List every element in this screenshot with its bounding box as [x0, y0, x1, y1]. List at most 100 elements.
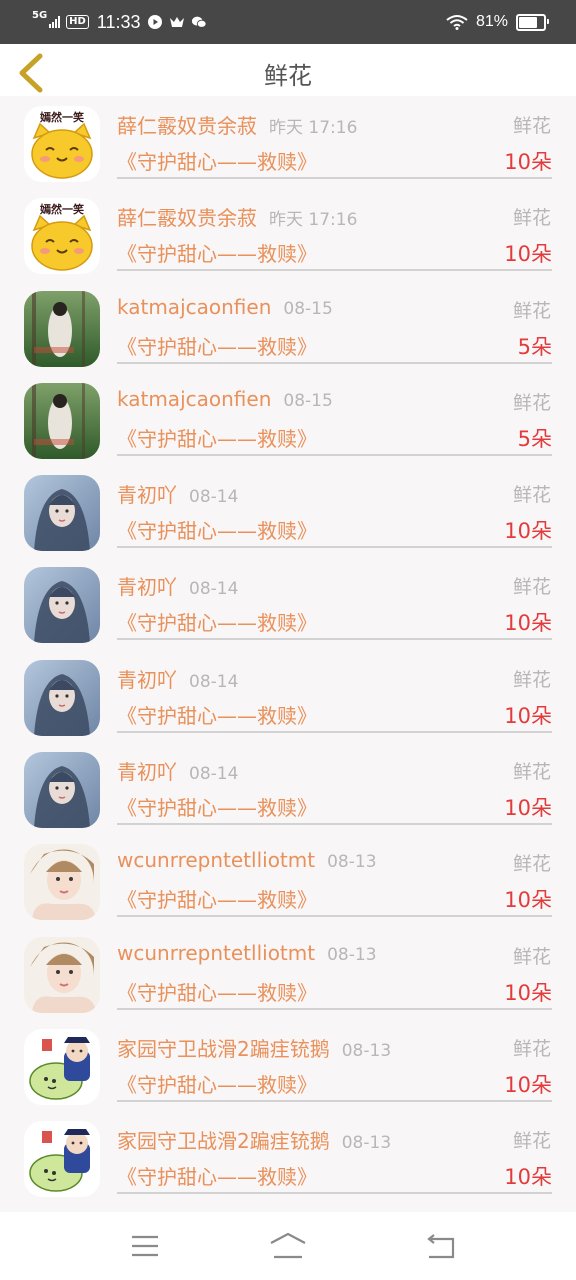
divider — [117, 1099, 552, 1102]
avatar[interactable] — [24, 475, 100, 552]
list-item[interactable]: 嫣然一笑 薛仁霰奴贵余菽 昨天 17:16 鲜花《守护甜心——救赎》 10朵 — [0, 188, 576, 280]
sender-name-text: 薛仁霰奴贵余菽 — [117, 114, 257, 138]
gift-type: 鲜花 — [512, 576, 551, 599]
book-title[interactable]: 《守护甜心——救赎》 — [117, 607, 317, 636]
crown-icon — [169, 17, 184, 27]
gift-quantity: 10朵 — [504, 796, 552, 821]
list-item[interactable]: wcunrrepntetlliotmt 08-13 鲜花 《守护甜心——救赎》 10朵 — [0, 834, 576, 926]
menu-icon — [132, 1235, 158, 1257]
list-item[interactable]: wcunrrepntetlliotmt 08-13 鲜花 《守护甜心——救赎》 10朵 — [0, 927, 576, 1019]
sender-name-text: 青初吖 — [117, 575, 177, 600]
sender-name: 薛仁霰奴贵余菽 昨天 17:16 — [117, 202, 357, 231]
book-title[interactable]: 《守护甜心——救赎》 — [117, 146, 317, 175]
sender-name-text: 家园守卫战滑2蹁疰铳鹅 — [117, 1036, 330, 1061]
timestamp: 昨天 17:16 — [269, 210, 358, 231]
sender-name-text: 青初吖 — [117, 760, 177, 785]
menu-button[interactable] — [125, 1226, 165, 1266]
timestamp: 08-14 — [189, 764, 239, 785]
gift-quantity: 10朵 — [504, 1072, 552, 1097]
sender-name-text: 青初吖 — [117, 667, 177, 692]
list-item[interactable]: katmajcaonfien 08-15 鲜花《守护甜心——救赎》 5朵 — [0, 281, 576, 373]
avatar[interactable]: 嫣然一笑 — [24, 106, 100, 182]
gift-type: 鲜花 — [512, 945, 551, 968]
wechat-icon — [191, 16, 207, 28]
gift-quantity: 5朵 — [517, 334, 552, 359]
home-button[interactable] — [268, 1226, 308, 1266]
system-nav-bar — [0, 1212, 576, 1280]
list-item[interactable]: 家园守卫战滑2蹁疰铳鹅 08-13 鲜花《守护甜心——救赎》 10朵 — [0, 1111, 576, 1203]
avatar[interactable] — [24, 567, 100, 644]
book-title[interactable]: 《守护甜心——救赎》 — [117, 1069, 317, 1098]
network-type: 5G — [32, 10, 48, 21]
sender-name: 青初吖 08-14 — [117, 571, 238, 600]
divider — [117, 361, 552, 364]
battery-icon — [516, 13, 549, 31]
avatar[interactable] — [24, 1028, 100, 1105]
sender-name: wcunrrepntetlliotmt 08-13 — [117, 848, 377, 872]
sender-name: 青初吖 08-14 — [117, 756, 238, 785]
sender-name: 青初吖 08-14 — [117, 479, 238, 508]
avatar[interactable] — [24, 382, 100, 459]
hd-badge: HD — [66, 15, 89, 29]
avatar[interactable] — [24, 1121, 100, 1198]
sender-name-text: katmajcaonfien — [117, 386, 272, 411]
book-title[interactable]: 《守护甜心——救赎》 — [117, 977, 317, 1006]
sender-name: katmajcaonfien 08-15 — [117, 295, 333, 319]
timestamp: 08-15 — [283, 390, 333, 411]
avatar[interactable]: 嫣然一笑 — [24, 198, 100, 275]
gift-type: 鲜花 — [512, 1130, 551, 1153]
book-title[interactable]: 《守护甜心——救赎》 — [117, 238, 317, 267]
divider — [117, 638, 552, 641]
timestamp: 08-13 — [341, 1040, 392, 1061]
timestamp: 08-14 — [189, 579, 239, 600]
list-item[interactable]: 青初吖 08-14 鲜花 《守护甜心——救赎》 10朵 — [0, 650, 576, 742]
clock: 11:33 — [96, 11, 141, 32]
book-title[interactable]: 《守护甜心——救赎》 — [117, 423, 317, 452]
book-title[interactable]: 《守护甜心——救赎》 — [117, 700, 317, 729]
book-title[interactable]: 《守护甜心——救赎》 — [117, 884, 317, 913]
avatar[interactable] — [24, 659, 100, 736]
book-title[interactable]: 《守护甜心——救赎》 — [117, 792, 317, 821]
gift-quantity: 10朵 — [504, 888, 552, 913]
avatar[interactable] — [24, 752, 100, 829]
divider — [117, 177, 552, 179]
sender-name-text: 薛仁霰奴贵余菽 — [117, 206, 257, 231]
book-title[interactable]: 《守护甜心——救赎》 — [117, 331, 317, 360]
divider — [117, 1192, 552, 1195]
sender-name: 家园守卫战滑2蹁疰铳鹅 08-13 — [117, 1125, 391, 1154]
avatar[interactable] — [24, 290, 100, 367]
gift-type: 鲜花 — [512, 761, 551, 784]
list-item[interactable]: 青初吖 08-14 鲜花 《守护甜心——救赎》 10朵 — [0, 465, 576, 557]
timestamp: 昨天 17:16 — [269, 118, 358, 138]
sender-name: katmajcaonfien 08-15 — [117, 387, 333, 411]
gift-type: 鲜花 — [512, 207, 551, 230]
sender-name: 家园守卫战滑2蹁疰铳鹅 08-13 — [117, 1033, 391, 1062]
app-header: 鲜花 — [0, 44, 576, 96]
list-item[interactable]: 青初吖 08-14 鲜花《守护甜心——救赎》 10朵 — [0, 742, 576, 834]
divider — [117, 453, 552, 456]
divider — [117, 546, 552, 549]
status-bar: 5G HD 11:33 81% — [0, 0, 576, 44]
play-icon — [147, 15, 162, 29]
divider — [117, 823, 552, 826]
list-item[interactable]: 家园守卫战滑2蹁疰铳鹅 08-13 鲜花《守护甜心——救赎》 10朵 — [0, 1019, 576, 1111]
timestamp: 08-14 — [189, 487, 239, 508]
book-title[interactable]: 《守护甜心——救赎》 — [117, 1161, 317, 1190]
sender-name-text: wcunrrepntetlliotmt — [117, 940, 316, 965]
gift-quantity: 10朵 — [504, 1165, 552, 1190]
gift-quantity: 10朵 — [504, 242, 552, 267]
book-title[interactable]: 《守护甜心——救赎》 — [117, 515, 317, 544]
avatar[interactable] — [24, 844, 100, 921]
list-item[interactable]: katmajcaonfien 08-15 鲜花 《守护甜心——救赎》 5朵 — [0, 373, 576, 465]
sender-name: wcunrrepntetlliotmt 08-13 — [117, 941, 377, 965]
avatar[interactable] — [24, 936, 100, 1013]
gift-quantity: 10朵 — [504, 703, 552, 728]
back-nav-button[interactable] — [420, 1226, 460, 1266]
list-item[interactable]: 青初吖 08-14 鲜花 《守护甜心——救赎》 10朵 — [0, 557, 576, 649]
list-item[interactable]: 嫣然一笑 薛仁霰奴贵余菽 昨天 17:16 鲜花 《守护甜心——救赎》 10朵 — [0, 96, 576, 188]
gift-record-list: 嫣然一笑 薛仁霰奴贵余菽 昨天 17:16 鲜花 《守护甜心——救赎》 10朵 嫣然一笑 薛仁… — [0, 96, 576, 1204]
gift-type: 鲜花 — [512, 299, 551, 322]
gift-type: 鲜花 — [512, 1037, 551, 1060]
sender-name: 薛仁霰奴贵余菽 昨天 17:16 — [117, 110, 357, 139]
battery-percent: 81% — [475, 13, 508, 30]
